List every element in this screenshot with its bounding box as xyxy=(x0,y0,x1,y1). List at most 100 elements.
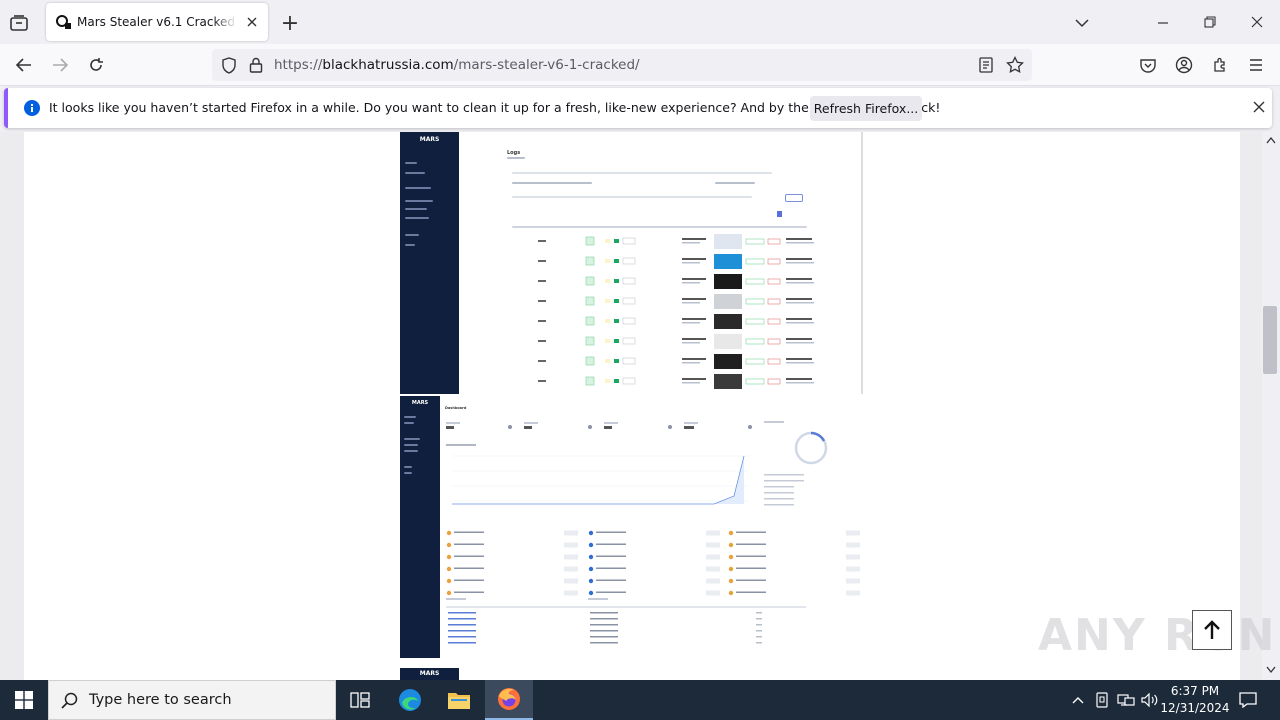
scroll-up-icon xyxy=(1266,136,1276,144)
minimize-button[interactable] xyxy=(1152,12,1174,34)
table-row-part xyxy=(605,259,610,263)
list-text xyxy=(596,591,626,593)
forward-button[interactable] xyxy=(48,53,72,77)
restore-button[interactable] xyxy=(1199,11,1221,33)
taskbar-file-explorer[interactable] xyxy=(435,680,483,720)
task-view-button[interactable] xyxy=(336,680,384,720)
lock-icon[interactable] xyxy=(249,57,263,76)
table-row-part xyxy=(682,262,700,264)
scroll-down-icon xyxy=(1266,666,1276,674)
close-tab-icon[interactable] xyxy=(244,14,260,30)
table-row-part xyxy=(682,342,700,344)
vertical-scrollbar[interactable] xyxy=(1262,132,1280,680)
pocket-button[interactable] xyxy=(1136,53,1160,77)
table-row-part xyxy=(605,339,610,343)
table-row-part xyxy=(786,358,812,360)
table-row-part xyxy=(605,299,610,303)
scrollbar-thumb[interactable] xyxy=(1263,306,1277,374)
puzzle-icon xyxy=(1214,57,1225,72)
extensions-button[interactable] xyxy=(1208,53,1232,77)
network-button[interactable] xyxy=(1117,692,1135,708)
volume-button[interactable] xyxy=(1141,692,1159,708)
list-bullet xyxy=(728,578,734,584)
refresh-firefox-button[interactable]: Refresh Firefox... xyxy=(810,96,922,121)
taskbar-clock[interactable]: 6:37 PM 12/31/2024 xyxy=(1160,683,1230,717)
bookmark-star-icon[interactable] xyxy=(1006,55,1024,77)
table-row-part xyxy=(538,300,546,302)
back-to-top-button[interactable] xyxy=(1192,610,1232,650)
table-row-part xyxy=(682,378,706,380)
table-row-part xyxy=(622,257,636,265)
list-actions xyxy=(706,590,720,596)
table-row-part xyxy=(614,339,619,343)
panel-brand: MARS xyxy=(419,670,440,677)
table-row-part xyxy=(682,242,700,244)
tray-device-icon-button[interactable] xyxy=(1094,692,1110,708)
search-icon xyxy=(61,692,78,709)
list-bullet xyxy=(728,554,734,560)
restore-icon xyxy=(1204,16,1216,28)
list-actions xyxy=(846,542,860,548)
taskbar-search-box[interactable]: Type here to search xyxy=(48,680,336,720)
table-row-part xyxy=(538,260,546,262)
table-row-part xyxy=(682,278,706,280)
new-tab-button[interactable]: + xyxy=(279,11,301,36)
start-button[interactable] xyxy=(0,680,48,720)
table-cell xyxy=(448,612,476,614)
taskbar-firefox[interactable] xyxy=(485,680,533,720)
reload-button[interactable] xyxy=(84,53,108,77)
panel-sidebar: MARS xyxy=(400,668,459,680)
action-center-icon xyxy=(1239,692,1257,708)
table-cell xyxy=(590,642,618,644)
table-row-part xyxy=(786,318,812,320)
table-row-part xyxy=(585,296,595,306)
table-row-part xyxy=(714,294,742,309)
list-bullet xyxy=(446,578,452,584)
list-bullet xyxy=(446,530,452,536)
table-row-part xyxy=(538,380,546,382)
show-hidden-icons-button[interactable] xyxy=(1070,692,1086,708)
clock-date: 12/31/2024 xyxy=(1160,701,1230,715)
url-bar[interactable]: https://blackhatrussia.com/mars-stealer-… xyxy=(212,49,1032,81)
hamburger-menu-icon xyxy=(1250,59,1262,71)
list-actions xyxy=(564,530,578,536)
table-row-part xyxy=(745,318,765,325)
back-button[interactable] xyxy=(12,53,36,77)
anyrun-watermark: ANY RUN xyxy=(1038,610,1277,661)
list-text xyxy=(596,567,626,569)
list-text xyxy=(454,555,484,557)
network-icon xyxy=(1117,694,1135,706)
list-text xyxy=(454,567,484,569)
url-host: blackhatrussia.com xyxy=(322,57,454,73)
url-text[interactable]: https://blackhatrussia.com/mars-stealer-… xyxy=(274,57,640,73)
table-row-part xyxy=(538,360,546,362)
close-window-button[interactable] xyxy=(1246,11,1268,33)
firefox-view-button[interactable] xyxy=(8,12,30,34)
table-row-part xyxy=(745,258,765,265)
table-row-part xyxy=(714,374,742,389)
list-bullet xyxy=(728,566,734,572)
list-text xyxy=(736,555,766,557)
pocket-icon xyxy=(1140,58,1156,73)
refresh-firefox-notification: It looks like you haven’t started Firefo… xyxy=(4,88,1272,128)
table-row-part xyxy=(614,379,619,383)
account-icon xyxy=(1175,56,1193,74)
list-bullet xyxy=(588,530,594,536)
table-row-part xyxy=(767,358,781,365)
browser-tab[interactable]: Mars Stealer v6.1 Cracked - blackhatruss… xyxy=(46,3,268,41)
table-row-part xyxy=(682,298,706,300)
table-cell xyxy=(756,636,762,638)
table-row-part xyxy=(767,278,781,285)
account-button[interactable] xyxy=(1172,53,1196,77)
table-row-part xyxy=(786,342,814,344)
tracking-protection-icon[interactable] xyxy=(221,57,237,77)
reader-view-icon[interactable] xyxy=(979,57,993,76)
table-row-part xyxy=(786,278,812,280)
page-viewport: MARS Logs MARS Dashboard MARS ANY RUN xyxy=(0,132,1280,680)
list-all-tabs-button[interactable] xyxy=(1071,12,1093,34)
taskbar-edge[interactable] xyxy=(386,680,434,720)
table-cell xyxy=(448,636,476,638)
close-notification-icon[interactable] xyxy=(1252,100,1266,117)
app-menu-button[interactable] xyxy=(1244,53,1268,77)
notifications-button[interactable] xyxy=(1238,691,1258,709)
